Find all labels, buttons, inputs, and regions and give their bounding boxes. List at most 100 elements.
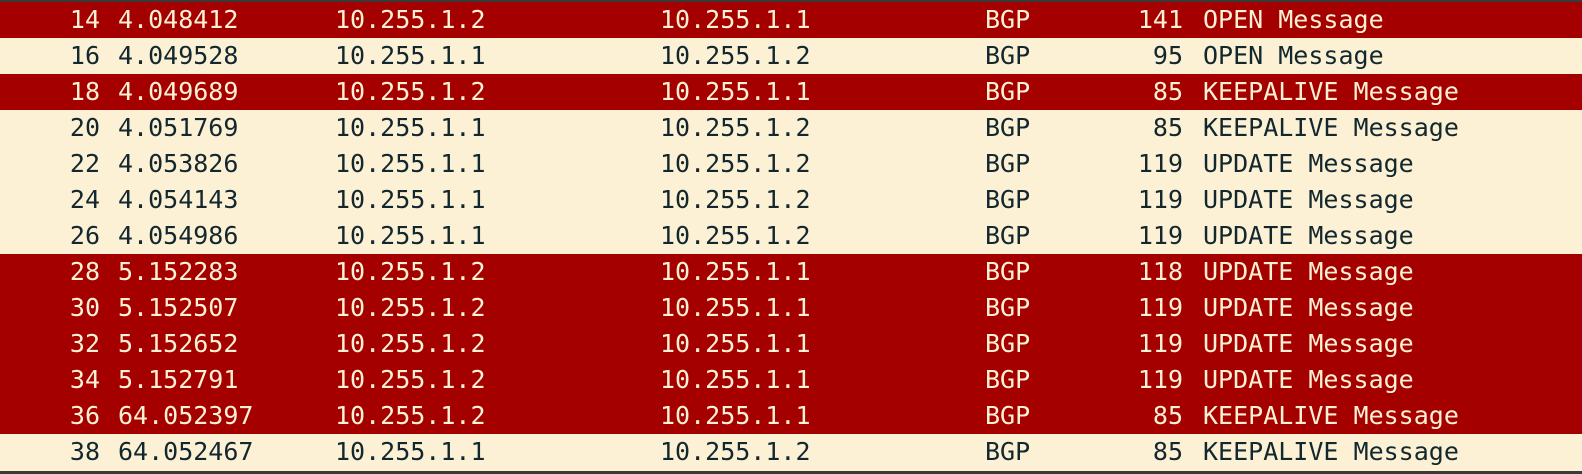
packet-number: 16: [69, 41, 100, 70]
packet-number: 14: [69, 5, 100, 34]
packet-destination: 10.255.1.1: [660, 401, 811, 430]
packet-time: 5.152791: [118, 365, 239, 394]
packet-time: 5.152652: [118, 329, 239, 358]
packet-length: 95: [1152, 41, 1183, 70]
packet-source: 10.255.1.2: [335, 77, 486, 106]
packet-number: 30: [69, 293, 100, 322]
packet-info: UPDATE Message: [1203, 185, 1414, 214]
packet-number: 38: [69, 437, 100, 466]
packet-source: 10.255.1.1: [335, 185, 486, 214]
packet-destination: 10.255.1.2: [660, 113, 811, 142]
packet-source: 10.255.1.1: [335, 113, 486, 142]
packet-protocol: BGP: [985, 365, 1031, 394]
packet-destination: 10.255.1.2: [660, 437, 811, 466]
packet-destination: 10.255.1.2: [660, 41, 811, 70]
packet-protocol: BGP: [985, 149, 1031, 178]
packet-source: 10.255.1.2: [335, 329, 486, 358]
packet-length: 119: [1137, 293, 1183, 322]
packet-protocol: BGP: [985, 185, 1031, 214]
packet-time: 4.054143: [118, 185, 239, 214]
packet-number: 34: [69, 365, 100, 394]
packet-protocol: BGP: [985, 437, 1031, 466]
packet-info: OPEN Message: [1203, 5, 1384, 34]
packet-number: 26: [69, 221, 100, 250]
packet-source: 10.255.1.2: [335, 401, 486, 430]
packet-protocol: BGP: [985, 257, 1031, 286]
packet-time: 4.048412: [118, 5, 239, 34]
packet-destination: 10.255.1.1: [660, 5, 811, 34]
packet-time: 4.053826: [118, 149, 239, 178]
packet-number: 20: [69, 113, 100, 142]
packet-destination: 10.255.1.1: [660, 293, 811, 322]
packet-protocol: BGP: [985, 5, 1031, 34]
packet-length: 85: [1152, 437, 1183, 466]
packet-protocol: BGP: [985, 113, 1031, 142]
packet-destination: 10.255.1.2: [660, 221, 811, 250]
packet-row[interactable]: 38 64.052467 10.255.1.1 10.255.1.2 BGP 85 KEEP…: [0, 434, 1582, 470]
packet-length: 85: [1152, 77, 1183, 106]
packet-time: 4.049689: [118, 77, 239, 106]
packet-info: UPDATE Message: [1203, 149, 1414, 178]
packet-destination: 10.255.1.1: [660, 77, 811, 106]
packet-source: 10.255.1.2: [335, 293, 486, 322]
packet-row[interactable]: 22 4.053826 10.255.1.1 10.255.1.2 BGP 119 UPDA…: [0, 146, 1582, 182]
packet-destination: 10.255.1.1: [660, 257, 811, 286]
packet-length: 119: [1137, 149, 1183, 178]
packet-source: 10.255.1.1: [335, 221, 486, 250]
packet-time: 5.152507: [118, 293, 239, 322]
packet-row[interactable]: 34 5.152791 10.255.1.2 10.255.1.1 BGP 119 UPDA…: [0, 362, 1582, 398]
packet-row[interactable]: 30 5.152507 10.255.1.2 10.255.1.1 BGP 119 UPDA…: [0, 290, 1582, 326]
packet-length: 118: [1137, 257, 1183, 286]
packet-number: 22: [69, 149, 100, 178]
packet-protocol: BGP: [985, 401, 1031, 430]
packet-protocol: BGP: [985, 41, 1031, 70]
packet-number: 32: [69, 329, 100, 358]
packet-time: 4.051769: [118, 113, 239, 142]
packet-length: 119: [1137, 185, 1183, 214]
packet-info: KEEPALIVE Message: [1203, 113, 1459, 142]
packet-length: 85: [1152, 113, 1183, 142]
packet-source: 10.255.1.1: [335, 437, 486, 466]
packet-source: 10.255.1.2: [335, 257, 486, 286]
packet-row[interactable]: 18 4.049689 10.255.1.2 10.255.1.1 BGP 85 KEEPA…: [0, 74, 1582, 110]
packet-protocol: BGP: [985, 221, 1031, 250]
packet-length: 119: [1137, 221, 1183, 250]
packet-source: 10.255.1.2: [335, 5, 486, 34]
packet-number: 36: [69, 401, 100, 430]
packet-info: KEEPALIVE Message: [1203, 401, 1459, 430]
packet-row[interactable]: 14 4.048412 10.255.1.2 10.255.1.1 BGP 141 OPEN…: [0, 2, 1582, 38]
packet-length: 141: [1137, 5, 1183, 34]
packet-row[interactable]: 24 4.054143 10.255.1.1 10.255.1.2 BGP 119 UPDA…: [0, 182, 1582, 218]
packet-length: 85: [1152, 401, 1183, 430]
packet-length: 119: [1137, 365, 1183, 394]
packet-row[interactable]: 36 64.052397 10.255.1.2 10.255.1.1 BGP 85 KEEP…: [0, 398, 1582, 434]
packet-time: 4.054986: [118, 221, 239, 250]
packet-row[interactable]: 16 4.049528 10.255.1.1 10.255.1.2 BGP 95 OPEN …: [0, 38, 1582, 74]
packet-protocol: BGP: [985, 77, 1031, 106]
packet-rows[interactable]: 14 4.048412 10.255.1.2 10.255.1.1 BGP 141 OPEN…: [0, 2, 1582, 470]
packet-number: 28: [69, 257, 100, 286]
packet-info: UPDATE Message: [1203, 329, 1414, 358]
packet-info: OPEN Message: [1203, 41, 1384, 70]
packet-info: UPDATE Message: [1203, 365, 1414, 394]
packet-info: KEEPALIVE Message: [1203, 77, 1459, 106]
packet-protocol: BGP: [985, 329, 1031, 358]
packet-list[interactable]: 14 4.048412 10.255.1.2 10.255.1.1 BGP 141 OPEN…: [0, 0, 1582, 474]
packet-destination: 10.255.1.1: [660, 329, 811, 358]
packet-row[interactable]: 32 5.152652 10.255.1.2 10.255.1.1 BGP 119 UPDA…: [0, 326, 1582, 362]
packet-time: 64.052467: [118, 437, 254, 466]
packet-source: 10.255.1.1: [335, 149, 486, 178]
packet-destination: 10.255.1.2: [660, 185, 811, 214]
packet-length: 119: [1137, 329, 1183, 358]
packet-destination: 10.255.1.1: [660, 365, 811, 394]
packet-row[interactable]: 28 5.152283 10.255.1.2 10.255.1.1 BGP 118 UPDA…: [0, 254, 1582, 290]
packet-source: 10.255.1.1: [335, 41, 486, 70]
packet-number: 24: [69, 185, 100, 214]
packet-info: UPDATE Message: [1203, 221, 1414, 250]
packet-time: 4.049528: [118, 41, 239, 70]
packet-row[interactable]: 26 4.054986 10.255.1.1 10.255.1.2 BGP 119 UPDA…: [0, 218, 1582, 254]
packet-time: 5.152283: [118, 257, 239, 286]
packet-source: 10.255.1.2: [335, 365, 486, 394]
packet-row[interactable]: 20 4.051769 10.255.1.1 10.255.1.2 BGP 85 KEEPA…: [0, 110, 1582, 146]
packet-destination: 10.255.1.2: [660, 149, 811, 178]
